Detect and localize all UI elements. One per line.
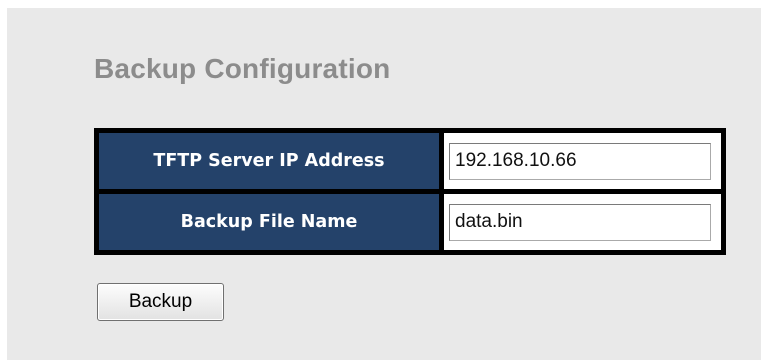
table-row: TFTP Server IP Address: [99, 133, 721, 189]
tftp-server-ip-input[interactable]: [449, 142, 711, 180]
backup-file-name-input[interactable]: [449, 203, 711, 241]
backup-file-name-cell: [444, 194, 721, 250]
backup-button[interactable]: Backup: [97, 283, 224, 321]
table-row: Backup File Name: [99, 194, 721, 250]
page-panel: Backup Configuration TFTP Server IP Addr…: [7, 8, 761, 360]
backup-config-table: TFTP Server IP Address Backup File Name: [94, 128, 726, 255]
tftp-server-ip-cell: [444, 133, 721, 189]
page-title: Backup Configuration: [94, 53, 391, 84]
backup-file-name-label: Backup File Name: [99, 194, 439, 250]
tftp-server-ip-label: TFTP Server IP Address: [99, 133, 439, 189]
